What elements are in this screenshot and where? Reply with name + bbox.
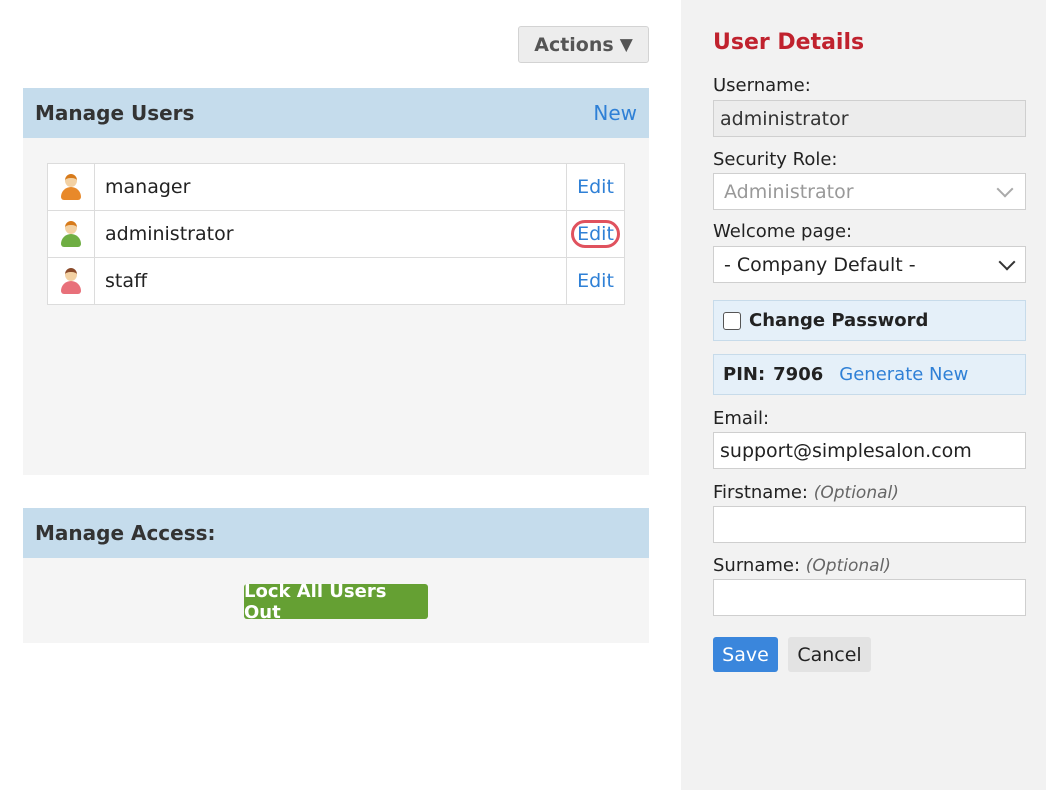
welcome-page-select[interactable]: - Company Default - xyxy=(713,246,1026,283)
new-user-link[interactable]: New xyxy=(593,101,637,125)
email-value: support@simplesalon.com xyxy=(720,439,972,462)
actions-dropdown-button[interactable]: Actions ▼ xyxy=(518,26,649,63)
user-details-title: User Details xyxy=(713,30,865,55)
table-row: administrator Edit xyxy=(47,210,625,258)
user-name: manager xyxy=(94,163,567,211)
welcome-page-value: - Company Default - xyxy=(724,253,916,276)
firstname-label: Firstname: (Optional) xyxy=(713,482,899,503)
firstname-field[interactable] xyxy=(713,506,1026,543)
welcome-page-label: Welcome page: xyxy=(713,221,853,242)
user-icon xyxy=(59,174,83,200)
change-password-label: Change Password xyxy=(749,310,929,331)
edit-user-link[interactable]: Edit xyxy=(573,268,618,294)
user-name: staff xyxy=(94,257,567,305)
change-password-checkbox[interactable] xyxy=(723,311,741,330)
chevron-down-icon xyxy=(996,180,1014,197)
save-button[interactable]: Save xyxy=(713,637,778,672)
lock-all-users-button[interactable]: Lock All Users Out xyxy=(244,581,428,623)
surname-label: Surname: (Optional) xyxy=(713,555,891,576)
security-role-value: Administrator xyxy=(724,180,854,203)
email-field[interactable]: support@simplesalon.com xyxy=(713,432,1026,469)
email-label: Email: xyxy=(713,408,770,429)
pin-value: 7906 xyxy=(773,364,824,385)
surname-field[interactable] xyxy=(713,579,1026,616)
manage-access-header: Manage Access: xyxy=(23,508,649,558)
actions-label: Actions xyxy=(534,33,614,56)
edit-user-link[interactable]: Edit xyxy=(571,220,620,248)
generate-pin-link[interactable]: Generate New xyxy=(839,364,968,385)
chevron-down-icon xyxy=(998,253,1016,270)
edit-user-link[interactable]: Edit xyxy=(573,174,618,200)
manage-users-title: Manage Users xyxy=(35,101,195,125)
user-icon xyxy=(59,268,83,294)
optional-hint: (Optional) xyxy=(813,483,899,503)
table-row: staff Edit xyxy=(47,257,625,305)
change-password-box: Change Password xyxy=(713,300,1026,341)
pin-box: PIN: 7906 Generate New xyxy=(713,354,1026,395)
cancel-button[interactable]: Cancel xyxy=(788,637,871,672)
username-value: administrator xyxy=(720,107,849,130)
caret-down-icon: ▼ xyxy=(619,34,633,55)
security-role-select: Administrator xyxy=(713,173,1026,210)
manage-users-header: Manage Users New xyxy=(23,88,649,138)
username-field: administrator xyxy=(713,100,1026,137)
manage-access-title: Manage Access: xyxy=(35,521,216,545)
users-table: manager Edit administrator Edit staff Ed… xyxy=(47,163,625,305)
user-name: administrator xyxy=(94,210,567,258)
pin-label: PIN: xyxy=(723,364,766,385)
user-icon xyxy=(59,221,83,247)
security-role-label: Security Role: xyxy=(713,149,838,170)
username-label: Username: xyxy=(713,75,811,96)
table-row: manager Edit xyxy=(47,163,625,211)
optional-hint: (Optional) xyxy=(805,556,891,576)
